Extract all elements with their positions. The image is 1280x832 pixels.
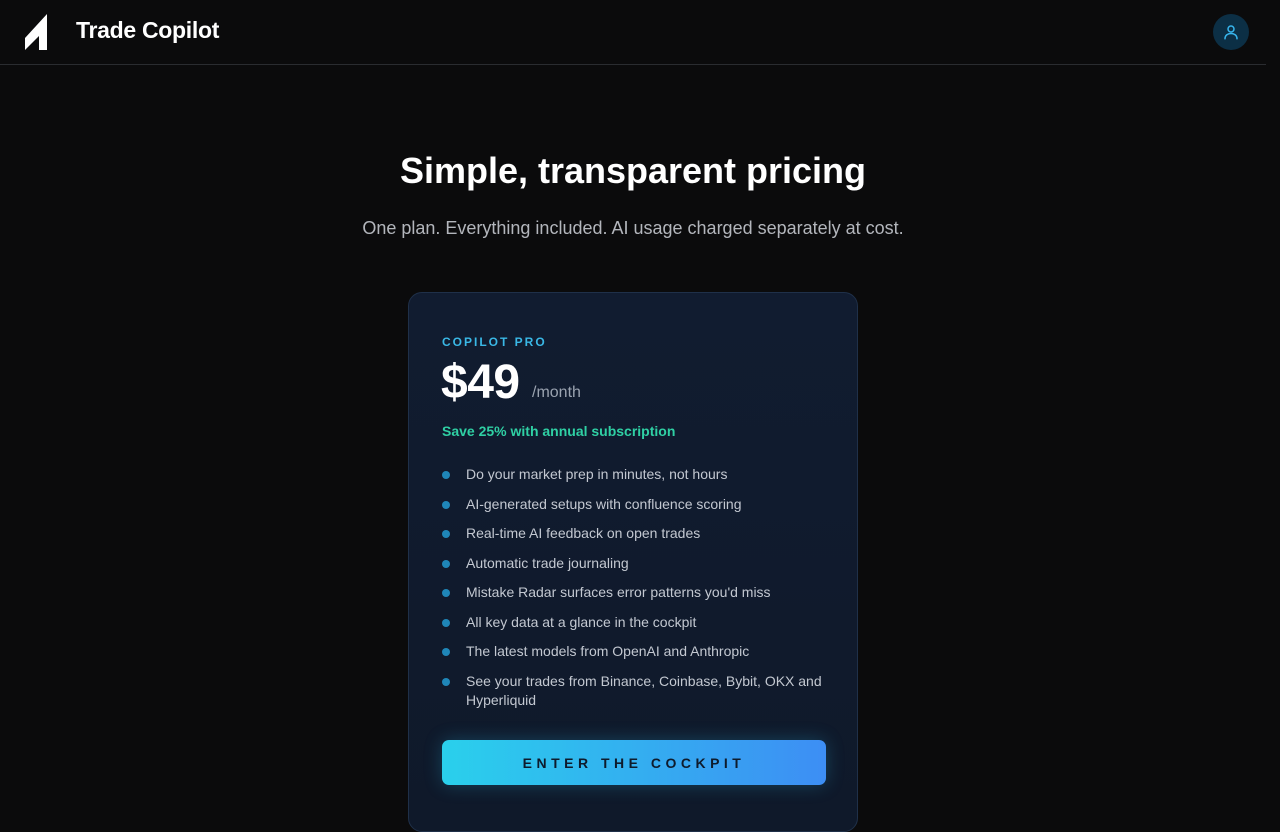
list-item: See your trades from Binance, Coinbase, … xyxy=(442,672,822,710)
enter-cockpit-button[interactable]: ENTER THE COCKPIT xyxy=(442,740,826,785)
feature-text: Mistake Radar surfaces error patterns yo… xyxy=(466,584,771,600)
bullet-dot-icon xyxy=(442,559,450,568)
feature-text: Do your market prep in minutes, not hour… xyxy=(466,466,728,482)
bullet-dot-icon xyxy=(442,500,450,509)
feature-text: The latest models from OpenAI and Anthro… xyxy=(466,643,750,659)
bullet-dot-icon xyxy=(442,589,450,597)
pricing-card: COPILOT PRO $49 /month Save 25% with ann… xyxy=(408,292,858,832)
plan-price: $49 xyxy=(441,356,520,409)
annual-savings-note: Save 25% with annual subscription xyxy=(442,423,676,439)
top-bar: Trade Copilot xyxy=(0,0,1266,65)
feature-text: Automatic trade journaling xyxy=(466,554,629,571)
feature-text: AI-generated setups with confluence scor… xyxy=(466,495,742,512)
brand-name[interactable]: Trade Copilot xyxy=(76,17,219,44)
page-title: Simple, transparent pricing xyxy=(399,150,867,191)
list-item: Automatic trade journaling xyxy=(442,554,822,573)
list-item: Do your market prep in minutes, not hour… xyxy=(442,465,822,484)
page-subtitle: One plan. Everything included. AI usage … xyxy=(362,218,904,238)
plan-name: COPILOT PRO xyxy=(442,335,547,349)
list-item: The latest models from OpenAI and Anthro… xyxy=(442,642,822,661)
list-item: Real-time AI feedback on open trades xyxy=(442,524,822,543)
bullet-dot-icon xyxy=(442,530,450,538)
account-button[interactable] xyxy=(1213,14,1249,50)
feature-text: See your trades from Binance, Coinbase, … xyxy=(466,672,822,708)
list-item: Mistake Radar surfaces error patterns yo… xyxy=(442,583,822,602)
user-icon xyxy=(1224,25,1238,40)
plan-period: /month xyxy=(532,384,581,401)
list-item: AI-generated setups with confluence scor… xyxy=(442,495,822,514)
bullet-dot-icon xyxy=(442,677,450,686)
list-item: All key data at a glance in the cockpit xyxy=(442,613,822,632)
feature-list: Do your market prep in minutes, not hour… xyxy=(442,465,822,720)
bullet-dot-icon xyxy=(442,648,450,656)
feature-text: All key data at a glance in the cockpit xyxy=(466,613,697,630)
feature-text: Real-time AI feedback on open trades xyxy=(466,525,701,541)
bullet-dot-icon xyxy=(442,471,450,479)
trade-copilot-logo-icon[interactable] xyxy=(25,14,49,50)
bullet-dot-icon xyxy=(442,618,450,627)
